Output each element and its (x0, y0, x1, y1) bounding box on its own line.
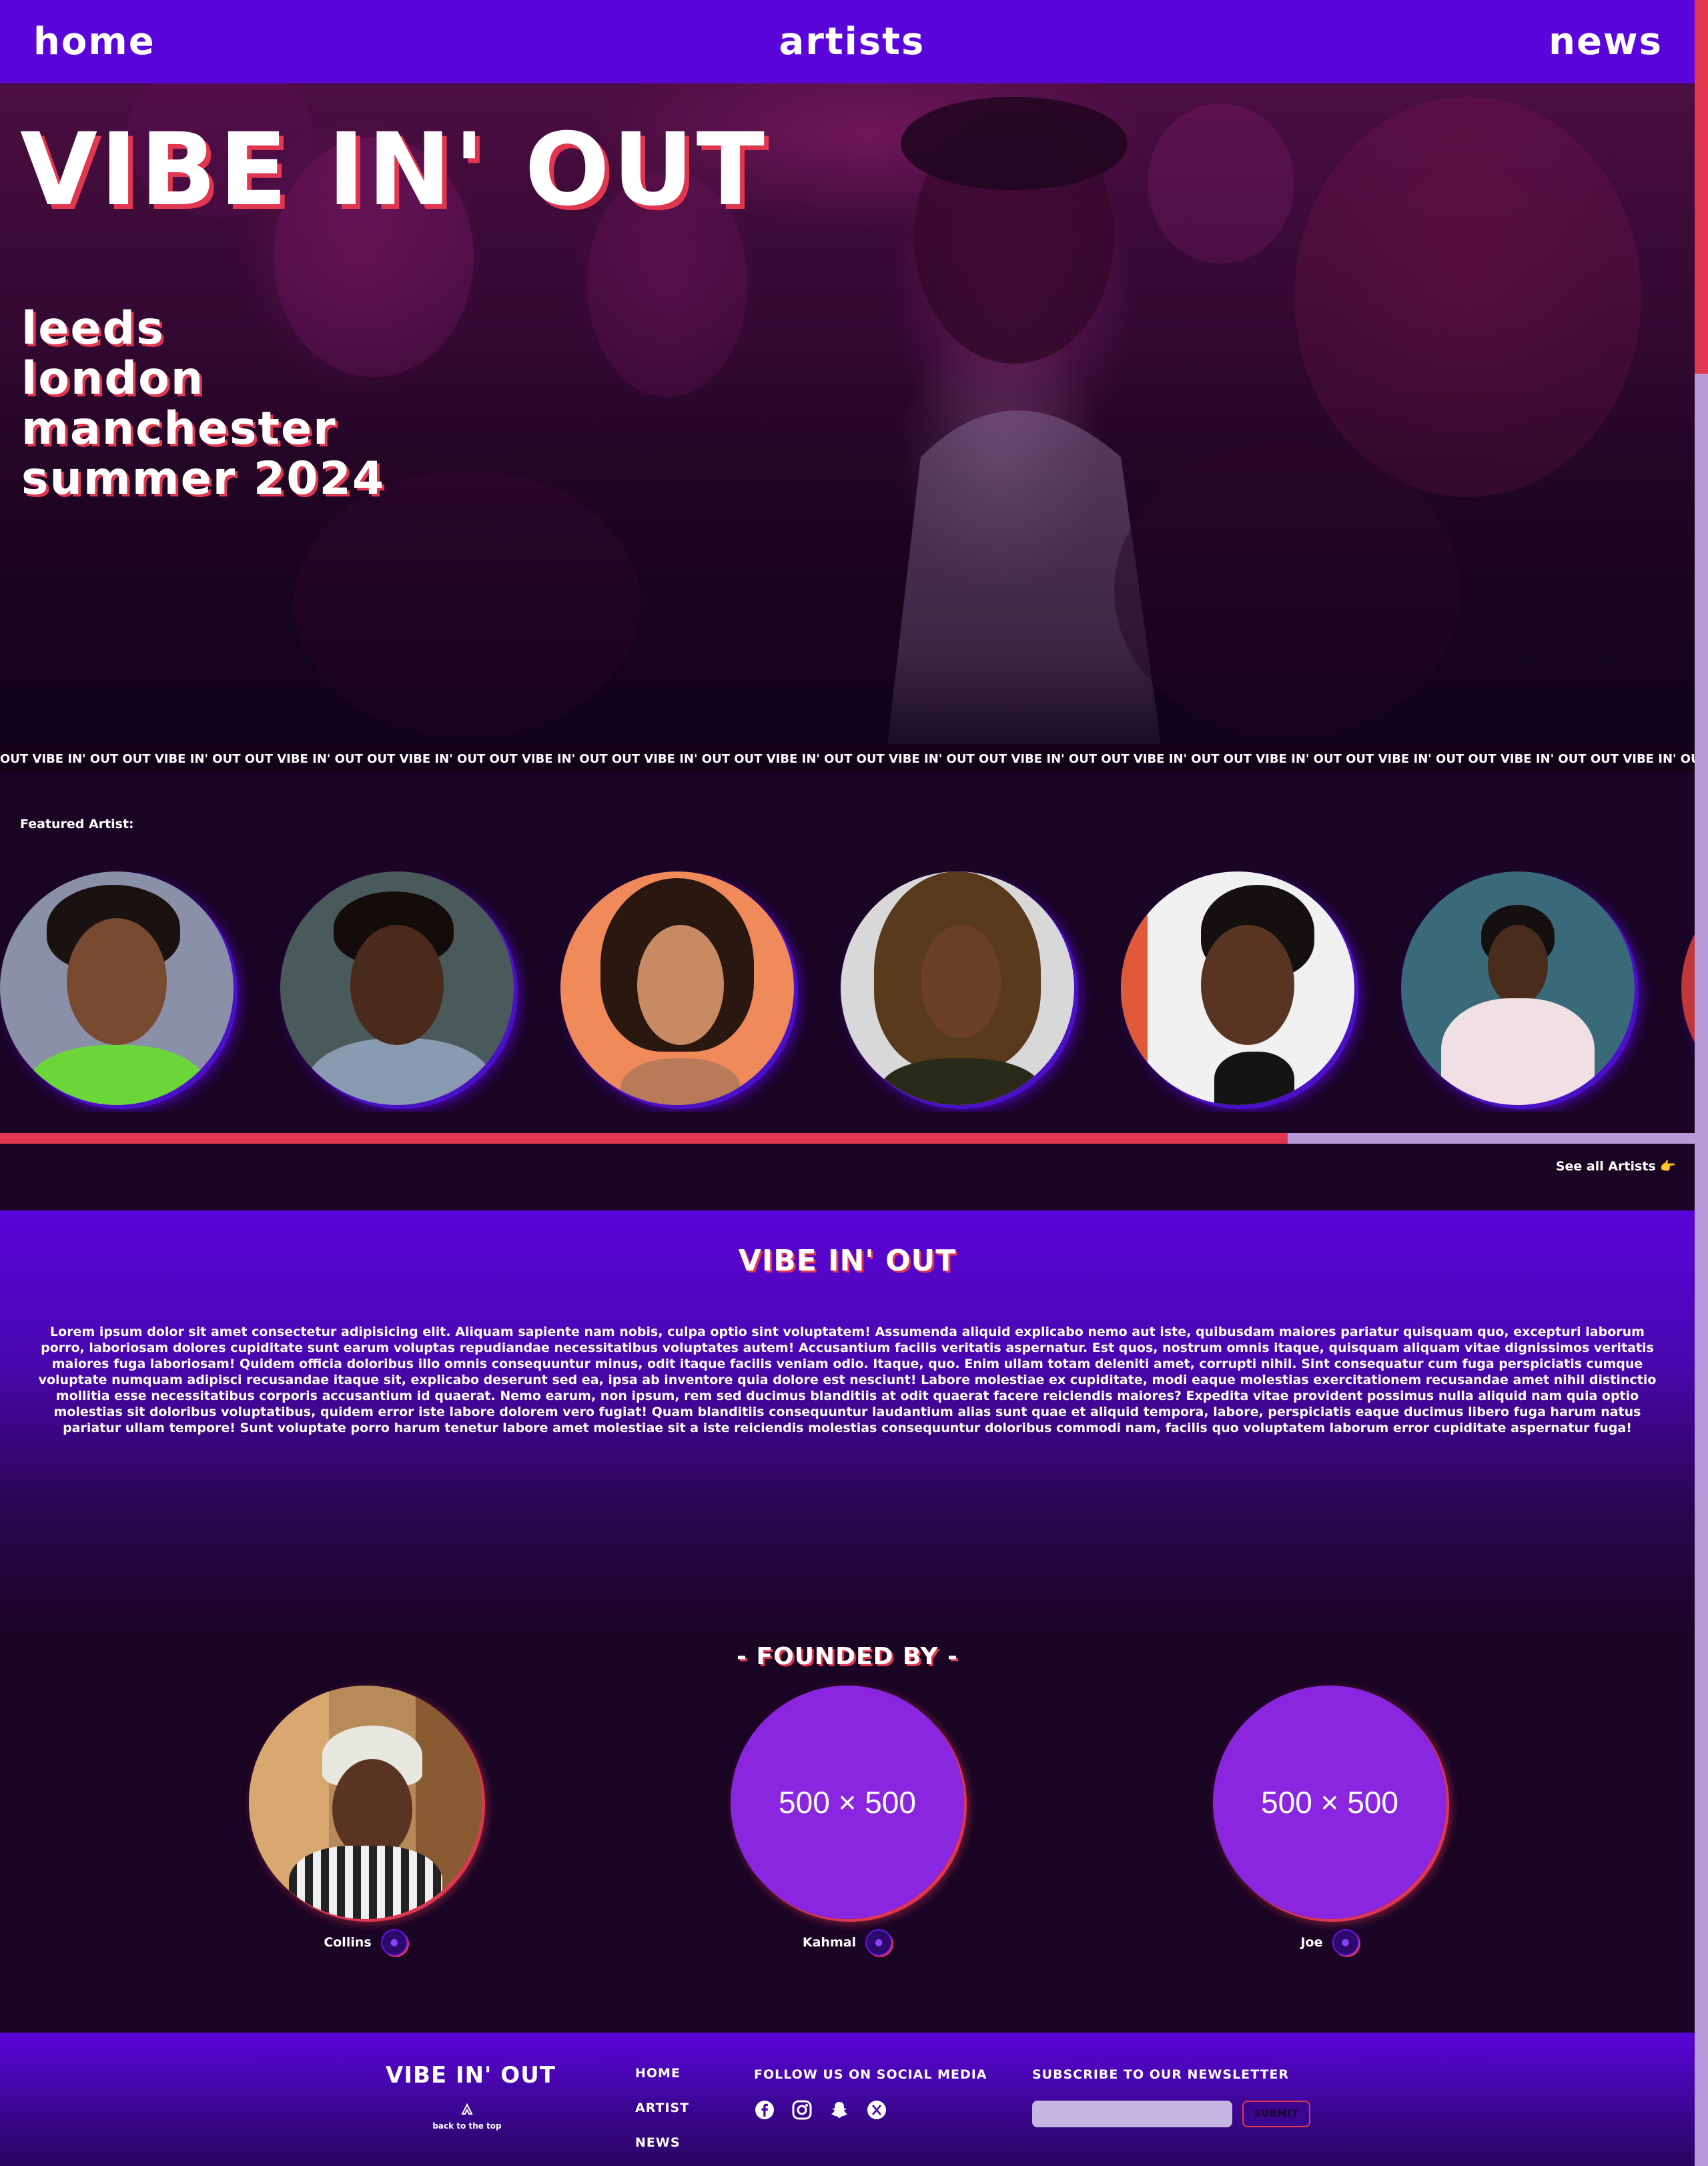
footer-links: HOME ARTIST NEWS (635, 2066, 689, 2166)
newsletter-title: SUBSCRIBE TO OUR NEWSLETTER (1032, 2067, 1290, 2082)
arrow-up-icon (427, 2103, 507, 2119)
featured-artists-section: Featured Artist: (0, 773, 1695, 1133)
social-icons (754, 2099, 887, 2121)
artist-avatar[interactable] (841, 871, 1074, 1105)
image-placeholder: 500 × 500 (1213, 1686, 1446, 1919)
social-title: FOLLOW US ON SOCIAL MEDIA (754, 2067, 987, 2082)
hero-city: manchester (21, 402, 337, 455)
artist-avatar[interactable] (280, 871, 514, 1105)
snapchat-icon[interactable] (829, 2099, 850, 2121)
newsletter-submit-button[interactable]: SUBMIT (1242, 2101, 1310, 2127)
hero-cities: leeds london manchester summer 2024 (21, 304, 385, 504)
footer-artist-link[interactable]: ARTIST (635, 2101, 689, 2115)
page-scrollbar-thumb[interactable] (1695, 0, 1708, 374)
founder-card: 500 × 500 Joe ● (1213, 1686, 1446, 1958)
footer: VIBE IN' OUT back to the top HOME ARTIST… (0, 2033, 1695, 2166)
carousel-scroll-thumb[interactable] (0, 1133, 1288, 1144)
carousel-scroll-track[interactable] (0, 1133, 1695, 1144)
nav-home-link[interactable]: home (33, 20, 155, 63)
hero-date: summer 2024 (21, 452, 386, 505)
hero-city: london (21, 352, 205, 405)
newsletter-email-input[interactable] (1032, 2101, 1232, 2127)
hero-city: leeds (21, 302, 165, 355)
founder-photo: 500 × 500 (731, 1686, 964, 1919)
founder-label: Joe ● (1213, 1927, 1446, 1958)
artist-avatar[interactable] (0, 871, 234, 1105)
marquee-ticker: OUT VIBE IN' OUT OUT VIBE IN' OUT OUT VI… (0, 746, 1695, 773)
footer-news-link[interactable]: NEWS (635, 2135, 689, 2150)
footer-home-link[interactable]: HOME (635, 2066, 689, 2081)
hero-banner: VIBE IN' OUT leeds london manchester sum… (0, 83, 1695, 745)
image-placeholder: 500 × 500 (731, 1686, 964, 1919)
artist-avatar[interactable] (1681, 871, 1695, 1105)
artist-avatar[interactable] (1401, 871, 1635, 1105)
founders-title: - FOUNDED BY - (737, 1643, 958, 1670)
nav-news-link[interactable]: news (1549, 20, 1663, 63)
see-all-artists-link[interactable]: See all Artists 👉 (1556, 1158, 1676, 1174)
hero-title: VIBE IN' OUT (20, 112, 768, 228)
facebook-icon[interactable] (754, 2099, 775, 2121)
founder-name: Joe (1300, 1935, 1323, 1950)
founder-card: 500 × 500 Kahmal ● (731, 1686, 964, 1958)
nav-artists-link[interactable]: artists (779, 20, 925, 63)
page: home artists news VIBE IN' OUT leeds lon… (0, 0, 1695, 2166)
about-section: VIBE IN' OUT Lorem ipsum dolor sit amet … (0, 1210, 1695, 1639)
x-icon[interactable] (866, 2099, 887, 2121)
top-nav: home artists news (0, 0, 1695, 83)
founder-name: Collins (324, 1935, 372, 1950)
founder-more-button[interactable]: ● (865, 1929, 893, 1956)
founder-label: Collins ● (249, 1927, 482, 1958)
founder-photo (249, 1686, 482, 1919)
artist-avatar[interactable] (1121, 871, 1354, 1105)
artist-avatar[interactable] (560, 871, 794, 1105)
instagram-icon[interactable] (791, 2099, 813, 2121)
founder-more-button[interactable]: ● (380, 1929, 408, 1956)
artists-carousel[interactable] (0, 871, 1695, 1112)
founder-more-button[interactable]: ● (1332, 1929, 1359, 1956)
founders-section: - FOUNDED BY - Collins ● 500 × 500 Kahma… (0, 1639, 1695, 2033)
founder-name: Kahmal (802, 1935, 857, 1950)
about-text: Lorem ipsum dolor sit amet consectetur a… (38, 1325, 1657, 1435)
see-all-row: See all Artists 👉 (0, 1144, 1695, 1210)
page-scrollbar[interactable] (1695, 0, 1708, 2166)
about-title: VIBE IN' OUT (738, 1244, 957, 1278)
back-to-top-button[interactable]: back to the top (427, 2103, 507, 2131)
founder-label: Kahmal ● (731, 1927, 964, 1958)
back-to-top-label: back to the top (432, 2121, 502, 2131)
founder-card: Collins ● (249, 1686, 482, 1958)
footer-brand: VIBE IN' OUT (386, 2062, 556, 2089)
featured-artist-label: Featured Artist: (20, 817, 134, 831)
founder-photo: 500 × 500 (1213, 1686, 1446, 1919)
